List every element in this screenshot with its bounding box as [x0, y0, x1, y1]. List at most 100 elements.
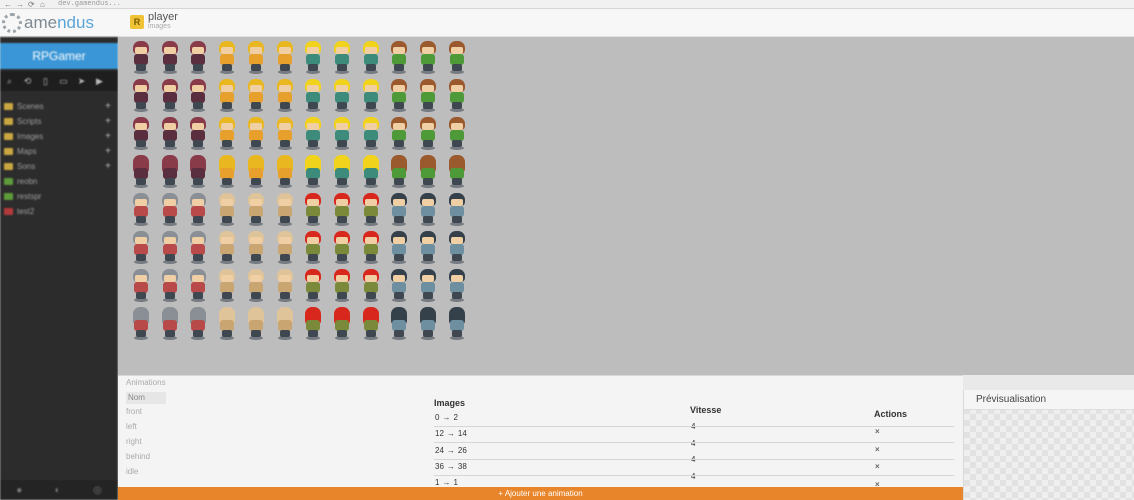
- sprite-frame[interactable]: [388, 193, 410, 227]
- sprite-frame[interactable]: [159, 41, 181, 75]
- sprite-frame[interactable]: [446, 155, 468, 189]
- sprite-frame[interactable]: [159, 117, 181, 151]
- sprite-frame[interactable]: [187, 231, 209, 265]
- animation-name[interactable]: front: [126, 404, 426, 419]
- delete-animation-icon[interactable]: ×: [875, 462, 880, 471]
- sprite-frame[interactable]: [187, 41, 209, 75]
- sprite-frame[interactable]: [187, 117, 209, 151]
- sprite-frame[interactable]: [159, 307, 181, 341]
- sprite-frame[interactable]: [388, 41, 410, 75]
- sprite-frame[interactable]: [187, 79, 209, 113]
- sprite-frame[interactable]: [417, 269, 439, 303]
- add-icon[interactable]: +: [105, 116, 111, 127]
- sprite-frame[interactable]: [446, 231, 468, 265]
- sprite-frame[interactable]: [245, 193, 267, 227]
- sprite-frame[interactable]: [159, 269, 181, 303]
- sprite-frame[interactable]: [302, 79, 324, 113]
- sprite-frame[interactable]: [159, 79, 181, 113]
- sprite-frame[interactable]: [245, 79, 267, 113]
- back-icon[interactable]: ←: [4, 0, 12, 9]
- sprite-frame[interactable]: [302, 193, 324, 227]
- sprite-frame[interactable]: [245, 231, 267, 265]
- sprite-frame[interactable]: [245, 155, 267, 189]
- sprite-frame[interactable]: [302, 231, 324, 265]
- sprite-frame[interactable]: [388, 269, 410, 303]
- sprite-frame[interactable]: [274, 307, 296, 341]
- sprite-frame[interactable]: [417, 41, 439, 75]
- sprite-frame[interactable]: [245, 117, 267, 151]
- sprite-frame[interactable]: [130, 193, 152, 227]
- add-icon[interactable]: +: [105, 101, 111, 112]
- sprite-frame[interactable]: [417, 79, 439, 113]
- share-icon[interactable]: ⟲: [22, 76, 33, 87]
- search-icon[interactable]: ⌕: [4, 76, 15, 87]
- sprite-frame[interactable]: [388, 155, 410, 189]
- forward-icon[interactable]: →: [16, 0, 24, 9]
- sprite-frame[interactable]: [417, 307, 439, 341]
- footer-button-1[interactable]: ●: [16, 485, 22, 496]
- sprite-frame[interactable]: [216, 41, 238, 75]
- sprite-frame[interactable]: [446, 41, 468, 75]
- sprite-frame[interactable]: [274, 41, 296, 75]
- send-icon[interactable]: ➤: [76, 76, 87, 87]
- sprite-frame[interactable]: [360, 79, 382, 113]
- address-bar[interactable]: dev.gamendus...: [58, 0, 121, 9]
- sprite-frame[interactable]: [388, 307, 410, 341]
- sprite-frame[interactable]: [130, 79, 152, 113]
- add-icon[interactable]: +: [105, 146, 111, 157]
- sprite-frame[interactable]: [216, 117, 238, 151]
- sprite-frame[interactable]: [446, 269, 468, 303]
- sprite-frame[interactable]: [302, 155, 324, 189]
- sprite-frame[interactable]: [360, 155, 382, 189]
- sprite-frame[interactable]: [417, 117, 439, 151]
- footer-button-2[interactable]: ◐: [55, 485, 61, 496]
- sprite-frame[interactable]: [446, 193, 468, 227]
- sprite-frame[interactable]: [274, 79, 296, 113]
- sprite-frame[interactable]: [130, 41, 152, 75]
- sprite-frame[interactable]: [388, 117, 410, 151]
- animation-name[interactable]: behind: [126, 449, 426, 464]
- sprite-frame[interactable]: [360, 269, 382, 303]
- animation-frames[interactable]: 1 → 1: [435, 478, 458, 487]
- sprite-frame[interactable]: [446, 79, 468, 113]
- sprite-frame[interactable]: [360, 117, 382, 151]
- sprite-frame[interactable]: [302, 41, 324, 75]
- app-logo[interactable]: ame ndus: [0, 12, 94, 34]
- sprite-frame[interactable]: [360, 193, 382, 227]
- sprite-frame[interactable]: [245, 41, 267, 75]
- add-animation-button[interactable]: + Ajouter une animation: [118, 487, 963, 500]
- animation-name[interactable]: idle: [126, 464, 426, 479]
- delete-animation-icon[interactable]: ×: [875, 445, 880, 454]
- sprite-frame[interactable]: [331, 269, 353, 303]
- play-icon[interactable]: ▶: [94, 76, 105, 87]
- animation-frames[interactable]: 36 → 38: [435, 462, 467, 471]
- sprite-frame[interactable]: [331, 117, 353, 151]
- tree-item-4[interactable]: Sons +: [0, 159, 118, 174]
- animation-name[interactable]: right: [126, 434, 426, 449]
- sprite-frame[interactable]: [417, 231, 439, 265]
- sprite-frame[interactable]: [274, 231, 296, 265]
- tree-item-0[interactable]: Scenes +: [0, 99, 118, 114]
- sprite-frame[interactable]: [187, 269, 209, 303]
- sprite-frame[interactable]: [446, 307, 468, 341]
- animation-name[interactable]: left: [126, 419, 426, 434]
- sidebar-project-title[interactable]: RPGamer: [0, 43, 118, 69]
- sprite-frame[interactable]: [302, 269, 324, 303]
- animation-frames[interactable]: 0 → 2: [435, 413, 458, 422]
- animation-speed[interactable]: 4: [691, 455, 695, 464]
- sprite-frame[interactable]: [274, 269, 296, 303]
- sprite-frame[interactable]: [187, 193, 209, 227]
- tree-item-6[interactable]: restspr: [0, 189, 118, 204]
- sprite-frame[interactable]: [331, 41, 353, 75]
- sprite-sheet[interactable]: [130, 41, 475, 346]
- sprite-frame[interactable]: [187, 307, 209, 341]
- sprite-frame[interactable]: [360, 231, 382, 265]
- sprite-frame[interactable]: [331, 307, 353, 341]
- reload-icon[interactable]: ⟳: [28, 0, 35, 9]
- sprite-frame[interactable]: [130, 155, 152, 189]
- add-icon[interactable]: +: [105, 161, 111, 172]
- sprite-frame[interactable]: [216, 79, 238, 113]
- sprite-frame[interactable]: [245, 307, 267, 341]
- sprite-frame[interactable]: [159, 193, 181, 227]
- sprite-frame[interactable]: [417, 155, 439, 189]
